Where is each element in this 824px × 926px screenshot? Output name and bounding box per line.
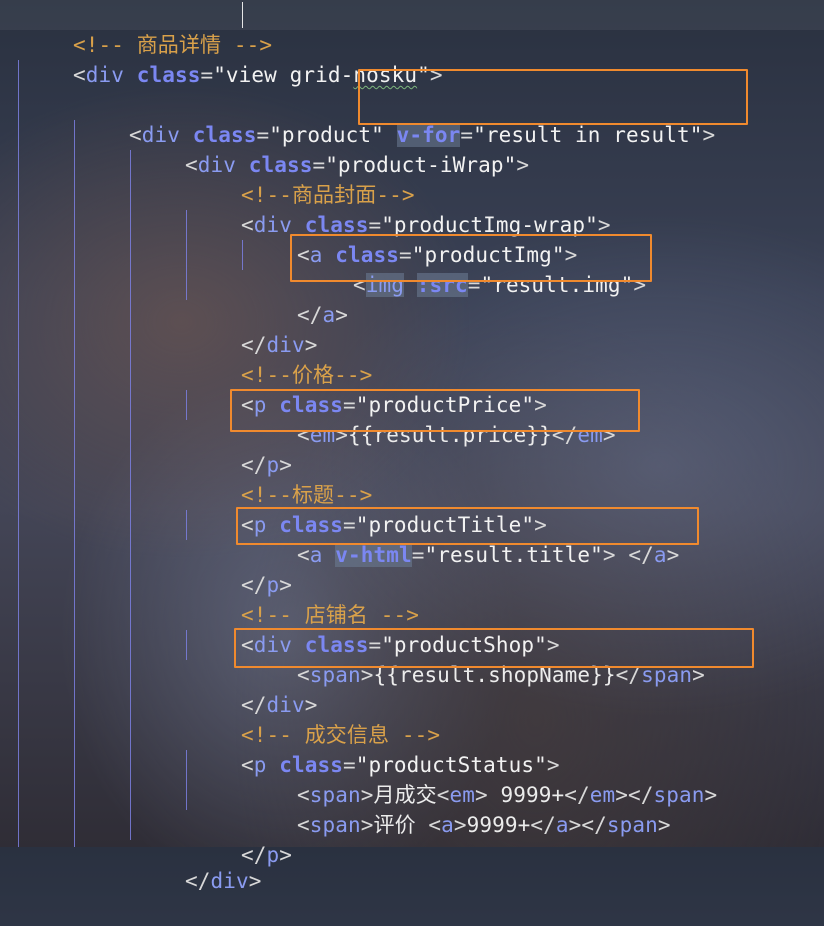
tag-name: span: [606, 813, 658, 837]
tag-bracket: >: [335, 303, 348, 327]
tag-bracket: <: [296, 813, 310, 837]
equals: =: [200, 63, 214, 87]
tag-bracket: >: [453, 813, 467, 837]
code-line: <span>月成交<em> 9999+</em></span>: [246, 750, 717, 807]
tag-bracket: <: [428, 813, 442, 837]
tag-bracket: >: [360, 813, 374, 837]
tag-name: a: [322, 303, 336, 327]
code-line: <!-- 成交信息 -->: [190, 690, 440, 747]
tag-bracket: >: [702, 123, 716, 147]
tag-name: a: [555, 813, 569, 837]
code-line: <div class="view grid-nosku">: [22, 30, 443, 87]
code-line: <span>评价 <a>9999+</a></span>: [246, 780, 671, 837]
attribute-name: class: [136, 63, 201, 87]
tag-bracket: </: [628, 543, 654, 567]
code-line: <div class="productImg-wrap">: [190, 180, 611, 237]
annotation-box-price: [230, 389, 640, 432]
code-line: <!--商品封面-->: [190, 150, 415, 207]
tag-name: a: [441, 813, 454, 837]
tag-bracket: </: [581, 813, 607, 837]
annotation-box-v-for: [358, 69, 748, 125]
code-line: </div>: [134, 836, 261, 893]
code-line: <!-- 商品详情 -->: [22, 0, 272, 57]
code-line: </div>: [190, 300, 317, 357]
code-line: <p class="productStatus">: [190, 720, 560, 777]
code-line: <div class="productShop">: [190, 600, 560, 657]
code-line: <p class="productTitle">: [190, 480, 547, 537]
tag-bracket: >: [568, 813, 582, 837]
text: 评价: [373, 813, 429, 837]
directive-name: v-html: [335, 543, 412, 567]
tag-bracket: >: [602, 543, 629, 567]
attribute-value: "result.title": [424, 543, 603, 567]
text: 9999+: [466, 813, 531, 837]
tag-bracket: </: [530, 813, 556, 837]
code-line: <!-- 店铺名 -->: [190, 570, 419, 627]
tag-bracket: </: [184, 869, 211, 893]
tag-bracket: >: [704, 783, 718, 807]
tag-bracket: >: [657, 813, 671, 837]
tag-name: a: [653, 543, 667, 567]
tag-name: div: [210, 869, 249, 893]
tag-name: div: [85, 63, 124, 87]
tag-bracket: >: [516, 153, 530, 177]
code-line: <p class="productPrice">: [190, 360, 547, 417]
code-line: <!--标题-->: [190, 450, 372, 507]
tag-bracket: >: [248, 869, 262, 893]
tag-bracket: >: [666, 543, 680, 567]
attribute-value: "view grid-: [213, 63, 354, 87]
tag-name: span: [309, 813, 361, 837]
tag-bracket: <: [296, 543, 310, 567]
code-line: <!--价格-->: [190, 330, 372, 387]
tag-bracket: <: [72, 63, 86, 87]
annotation-box-img-src: [290, 234, 652, 282]
annotation-box-shopname: [234, 628, 754, 668]
tag-name: a: [309, 543, 323, 567]
equals: =: [411, 543, 425, 567]
annotation-box-v-html: [236, 507, 699, 545]
